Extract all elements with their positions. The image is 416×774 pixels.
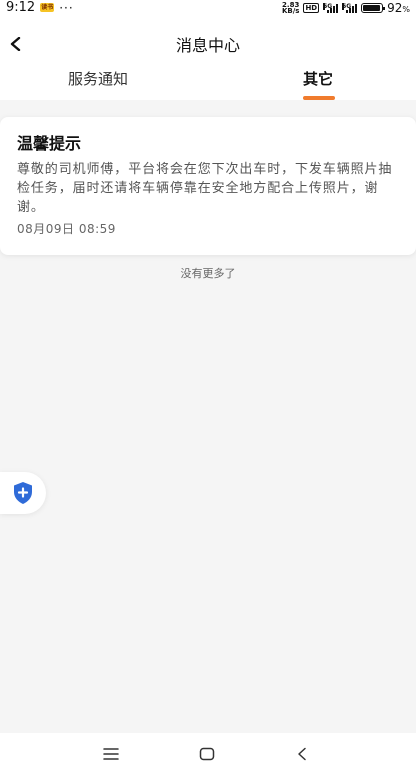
- more-notifications-icon: ···: [59, 0, 74, 15]
- message-title: 温馨提示: [17, 134, 82, 153]
- back-triangle-icon: [298, 747, 306, 761]
- status-bar: 9:12 读书 ··· 2.83 KB/s HD 5G 5G 92%: [0, 0, 416, 15]
- message-card[interactable]: 温馨提示 尊敬的司机师傅，平台将会在您下次出车时，下发车辆照片抽检任务，届时还请…: [0, 117, 416, 255]
- home-button[interactable]: [194, 741, 220, 767]
- status-time: 9:12: [6, 0, 36, 15]
- signal-icon-1: 5G: [323, 2, 339, 13]
- tab-service-notifications[interactable]: 服务通知: [28, 68, 168, 100]
- home-square-icon: [199, 747, 215, 761]
- message-body: 尊敬的司机师傅，平台将会在您下次出车时，下发车辆照片抽检任务，届时还请将车辆停靠…: [17, 162, 393, 215]
- battery-percent: 92%: [387, 0, 410, 15]
- signal-icon-2: 5G: [342, 2, 358, 13]
- battery-icon: [361, 2, 386, 13]
- tab-bar: 服务通知 其它: [0, 68, 416, 100]
- hd-icon: HD: [303, 2, 320, 13]
- message-time: 08月09日 08:59: [17, 222, 116, 236]
- back-nav-button[interactable]: [289, 741, 315, 767]
- chevron-left-icon: [10, 37, 21, 51]
- network-speed: 2.83 KB/s: [281, 0, 300, 15]
- no-more-text: 没有更多了: [180, 267, 236, 280]
- active-tab-indicator: [303, 96, 335, 100]
- back-button[interactable]: [6, 30, 26, 58]
- app-notification-icon: 读书: [40, 3, 55, 12]
- menu-icon: [103, 748, 119, 760]
- page-title: 消息中心: [175, 36, 240, 55]
- system-nav-bar: [0, 733, 416, 774]
- safety-float-button[interactable]: [0, 472, 46, 514]
- header: 消息中心: [0, 28, 416, 60]
- shield-plus-icon: [14, 482, 32, 504]
- menu-button[interactable]: [98, 741, 124, 767]
